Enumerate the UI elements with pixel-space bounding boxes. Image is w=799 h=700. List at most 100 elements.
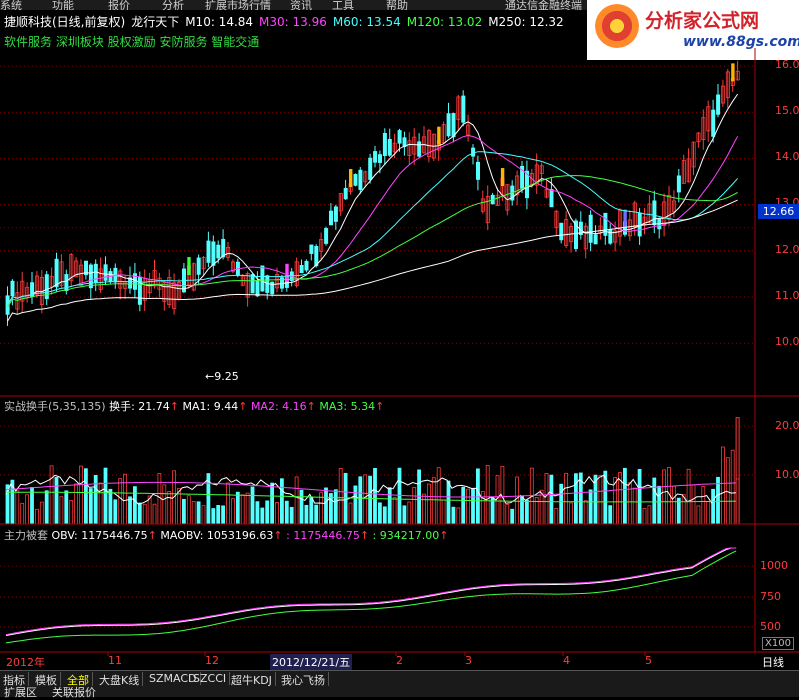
cursor-date: 2012/12/21/五: [270, 654, 353, 670]
turnover-bar: [167, 491, 172, 525]
candle-body: [211, 241, 216, 266]
price-tick: 10.0: [775, 335, 799, 348]
maobv-value: MAOBV: 1053196.63: [160, 529, 274, 542]
candle-body: [299, 264, 304, 274]
low-price-value: 9.25: [214, 370, 239, 383]
candle-body: [593, 234, 598, 245]
current-price-tag: 12.66: [758, 204, 799, 219]
turnover-bar: [132, 486, 137, 525]
turnover-bar: [294, 476, 299, 525]
turnover-bar: [608, 505, 613, 525]
turnover-bar: [569, 502, 573, 525]
candle-body: [397, 130, 402, 144]
turnover-bar: [270, 482, 275, 525]
turnover-bar: [128, 496, 132, 525]
candle-body: [588, 214, 593, 243]
candle-body: [451, 113, 456, 138]
price-tick: 11.0: [775, 289, 799, 302]
candle-body: [309, 244, 314, 254]
turnover-bar: [402, 505, 407, 525]
turnover-bar: [304, 504, 309, 525]
turnover-indicator-header: 实战换手(5,35,135) 换手: 21.74↑ MA1: 9.44↑ MA2…: [4, 400, 385, 413]
candle-body: [343, 187, 348, 200]
obv-tick: 750: [760, 590, 781, 603]
turnover-bar: [485, 465, 490, 525]
turnover-bar: [255, 501, 260, 525]
obv-scale-box: X100: [762, 637, 794, 650]
turnover-bar: [412, 486, 417, 525]
price-tick: 16.0: [775, 58, 799, 71]
indicator-tabs: 指标 模板 全部 大盘K线 SZMACD SZCCI 超牛KDJ 我心飞扬: [0, 670, 799, 688]
turnover-bar: [221, 505, 226, 525]
turnover-bar: [118, 478, 123, 525]
turnover-bar: [64, 490, 69, 525]
turnover-bar: [103, 467, 108, 525]
turnover-bar: [25, 494, 30, 525]
turnover-bar: [632, 487, 637, 525]
turnover-bar: [240, 494, 245, 525]
candle-body: [353, 174, 358, 186]
turnover-bar: [250, 486, 255, 525]
turnover-bar: [275, 502, 279, 525]
expand-area-tab[interactable]: 扩展区: [4, 684, 37, 700]
turnover-bar: [544, 472, 549, 525]
turnover-bar: [39, 501, 44, 525]
turnover-bar: [299, 489, 304, 525]
turnover-bar: [436, 467, 441, 525]
candle-body: [358, 169, 363, 190]
obv-indicator-name[interactable]: 主力被套: [4, 529, 48, 542]
turnover-bar: [74, 483, 78, 525]
turnover-bar: [730, 449, 735, 525]
kline-chart[interactable]: [0, 0, 799, 697]
candle-body: [377, 154, 382, 163]
turnover-bar: [93, 475, 98, 525]
turnover-bar: [662, 469, 666, 525]
tab-szcci[interactable]: SZCCI: [190, 672, 231, 685]
turnover-bar: [69, 500, 74, 525]
time-tick: 2: [396, 654, 403, 667]
turnover-bar: [735, 417, 740, 525]
candle-body: [250, 274, 255, 294]
turnover-bar: [289, 506, 294, 525]
turnover-bar: [348, 502, 353, 525]
turnover-bar: [235, 491, 240, 525]
turnover-bar: [309, 496, 314, 525]
low-price-label: ←9.25: [205, 370, 239, 383]
turnover-bar: [456, 507, 461, 525]
turnover-bar: [368, 475, 373, 525]
related-quote-tab[interactable]: 关联报价: [52, 684, 96, 700]
time-axis: 2012年 11 12 2012/12/21/五 2 3 4 5: [0, 654, 799, 670]
bottom-bar: 扩展区 关联报价: [0, 684, 799, 700]
candle-body: [88, 264, 93, 289]
turnover-bar: [642, 508, 647, 525]
candle-body: [387, 138, 392, 156]
candle-body: [314, 246, 319, 267]
candle-body: [255, 280, 260, 297]
time-tick: 11: [108, 654, 122, 667]
turnover-bar: [652, 477, 657, 525]
turnover-bar: [59, 496, 64, 525]
turnover-bar: [691, 484, 696, 525]
turnover-bar: [574, 473, 578, 525]
candlesticks: [5, 60, 740, 326]
ma-line: [7, 175, 738, 308]
turnover-bar: [446, 480, 451, 525]
turnover-value: 换手: 21.74: [109, 400, 170, 413]
turnover-bar: [201, 505, 206, 525]
turnover-bar: [672, 485, 676, 525]
turnover-bar: [716, 476, 720, 525]
period-label[interactable]: 日线: [762, 654, 784, 670]
turnover-bar: [554, 508, 559, 525]
candle-body: [711, 109, 716, 137]
turnover-indicator-name[interactable]: 实战换手(5,35,135): [4, 400, 106, 413]
candle-body: [324, 228, 329, 244]
turnover-bar: [44, 490, 49, 525]
turnover-bar: [314, 504, 319, 525]
price-tick: 15.0: [775, 104, 799, 117]
turnover-bar: [466, 488, 471, 525]
time-tick: 12: [205, 654, 219, 667]
turnover-bar: [549, 474, 554, 525]
turnover-bar: [35, 508, 39, 525]
signal-candle: [623, 209, 627, 228]
turnover-bar: [564, 472, 568, 525]
